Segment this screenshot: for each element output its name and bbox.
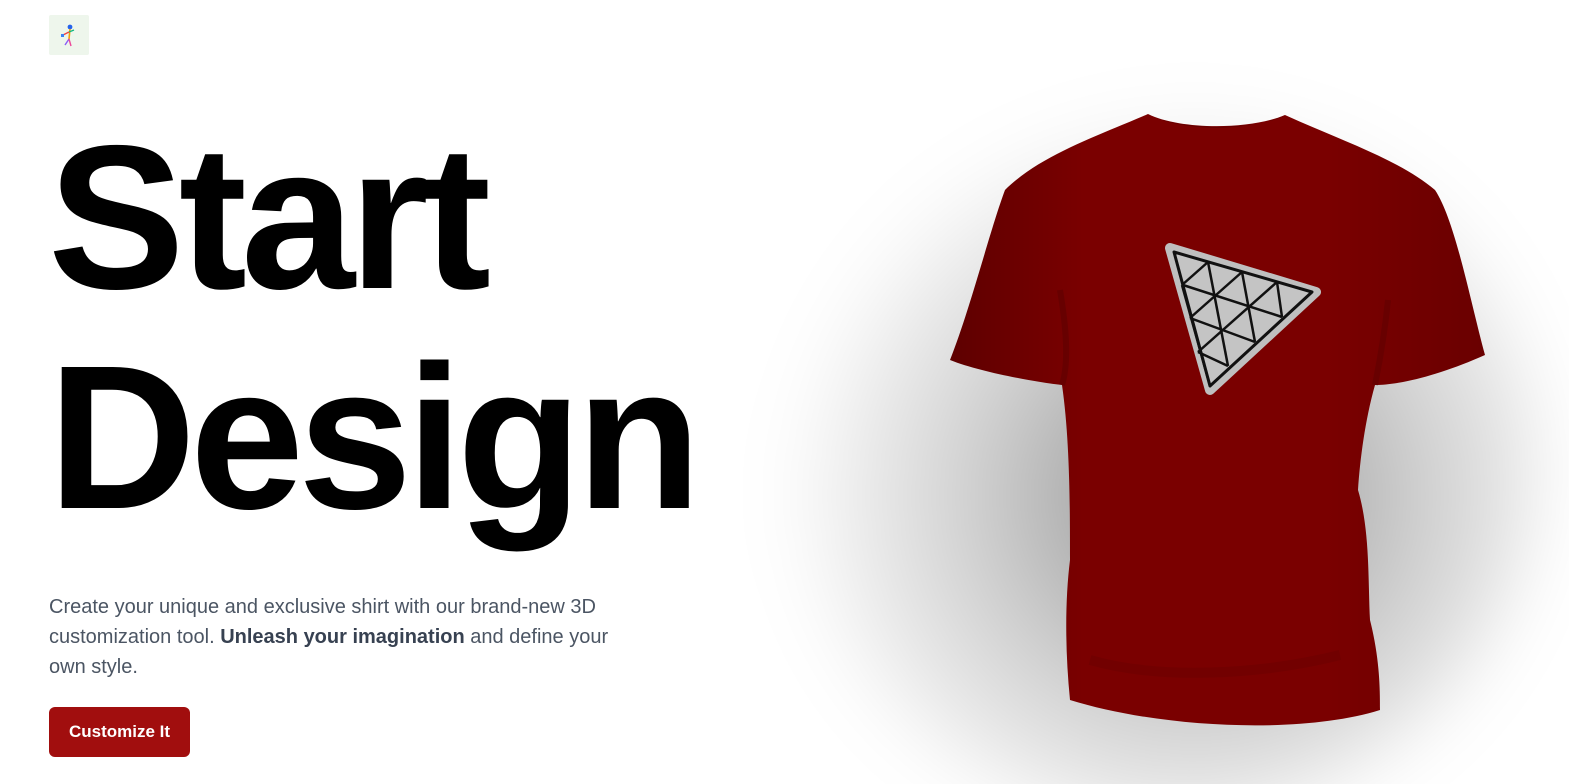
- hero-description: Create your unique and exclusive shirt w…: [49, 592, 609, 682]
- tshirt-3d-model: [780, 100, 1540, 784]
- logo[interactable]: [49, 15, 89, 55]
- hero-title: Start Design: [48, 103, 701, 552]
- hero-title-line1: Start: [48, 103, 491, 332]
- hero-title-line2: Design: [48, 323, 701, 552]
- description-bold: Unleash your imagination: [220, 626, 465, 648]
- stickman-logo-icon: [61, 24, 75, 47]
- shirt-preview[interactable]: [740, 60, 1569, 784]
- customize-button[interactable]: Customize It: [49, 707, 191, 757]
- page: Start Design Create your unique and excl…: [0, 0, 1569, 784]
